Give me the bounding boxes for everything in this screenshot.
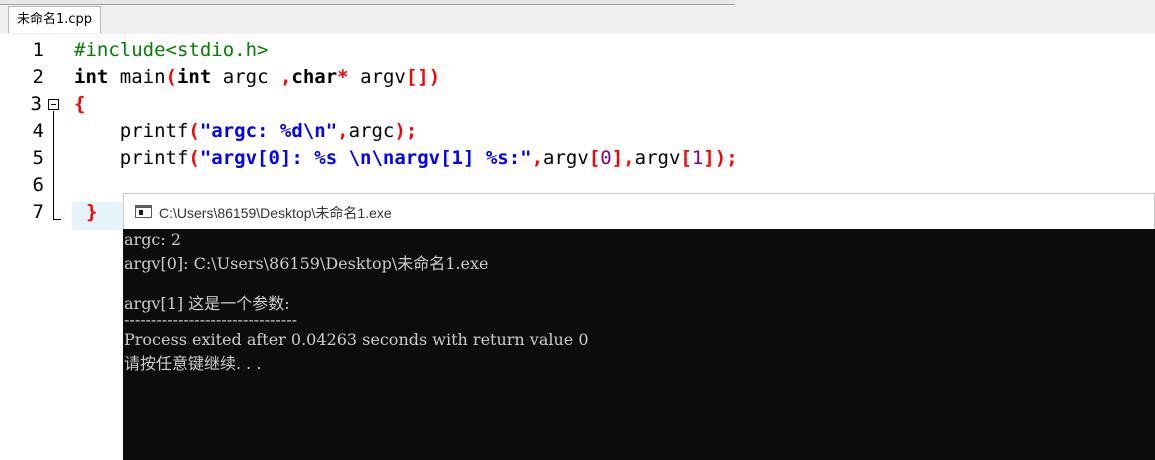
- identifier: argv: [634, 147, 681, 169]
- code-line-3: {: [74, 93, 85, 115]
- line-number: 6: [32, 174, 44, 196]
- console-window[interactable]: C:\Users\86159\Desktop\未命名1.exe argc: 2 …: [123, 193, 1155, 460]
- line-number: 2: [32, 66, 44, 88]
- preprocessor-directive: #include<stdio.h>: [74, 39, 269, 61]
- console-title: C:\Users\86159\Desktop\未命名1.exe: [159, 205, 392, 221]
- code-line-5: printf("argv[0]: %s \n\nargv[1] %s:",arg…: [74, 147, 738, 169]
- keyword: int: [176, 66, 212, 88]
- symbol: ;: [405, 120, 418, 142]
- symbol: ,: [531, 147, 544, 169]
- symbol: (: [165, 66, 177, 88]
- symbol: [: [588, 147, 601, 169]
- symbol: ;: [726, 147, 738, 169]
- identifier: main: [108, 66, 166, 88]
- number-literal: 0: [600, 147, 612, 169]
- identifier: argv: [543, 147, 589, 169]
- symbol: ): [394, 120, 406, 142]
- fold-toggle-icon[interactable]: [48, 99, 59, 110]
- string-literal: "argv[0]: %s \n\nargv[1] %s:": [199, 147, 532, 169]
- identifier: printf: [119, 147, 189, 169]
- symbol: ]: [703, 147, 715, 169]
- code-line-7: }: [86, 201, 97, 223]
- line-number: 4: [32, 120, 44, 142]
- menu-strip: [0, 0, 735, 5]
- current-line-highlight: [72, 202, 124, 230]
- symbol: (: [188, 120, 200, 142]
- identifier: printf: [119, 120, 189, 142]
- identifier: argc: [211, 66, 280, 88]
- symbol: }: [86, 201, 98, 223]
- tab-bar: 未命名1.cpp: [0, 0, 1155, 34]
- code-line-1: #include<stdio.h>: [74, 39, 268, 61]
- console-line: argv[0]: C:\Users\86159\Desktop\未命名1.exe: [124, 254, 489, 273]
- line-number-gutter: 1 2 3 4 5 6 7: [0, 34, 72, 460]
- code-line-4: printf("argc: %d\n",argc);: [74, 120, 418, 142]
- symbol: ,: [279, 66, 292, 88]
- console-line: 请按任意键继续. . .: [124, 354, 262, 373]
- symbol: [: [680, 147, 692, 169]
- line-number: 3: [30, 93, 42, 115]
- fold-guide: [53, 111, 54, 219]
- symbol: *: [337, 66, 349, 88]
- line-number: 5: [32, 147, 44, 169]
- symbol: ]: [611, 147, 624, 169]
- number-literal: 1: [691, 147, 704, 169]
- symbol: (: [188, 147, 200, 169]
- console-title-bar[interactable]: C:\Users\86159\Desktop\未命名1.exe: [123, 193, 1155, 229]
- symbol: ): [428, 66, 441, 88]
- line-number: 1: [32, 39, 44, 61]
- symbol: ): [714, 147, 727, 169]
- keyword: int: [74, 66, 109, 88]
- code-line-2: int main(int argc ,char* argv[]): [74, 66, 440, 88]
- string-literal: "argc: %d\n": [199, 120, 338, 142]
- symbol: ,: [337, 120, 349, 142]
- line-number: 7: [32, 201, 44, 223]
- console-line: --------------------------------: [124, 310, 297, 329]
- symbol: []: [405, 66, 429, 88]
- tab-file[interactable]: 未命名1.cpp: [8, 6, 102, 33]
- console-line: argc: 2: [124, 230, 182, 249]
- console-output[interactable]: argc: 2 argv[0]: C:\Users\86159\Desktop\…: [123, 229, 1155, 460]
- fold-guide-end: [53, 219, 61, 220]
- keyword: char: [291, 66, 338, 88]
- symbol: {: [74, 93, 86, 115]
- symbol: ,: [623, 147, 635, 169]
- console-line: Process exited after 0.04263 seconds wit…: [124, 330, 589, 349]
- console-app-icon: [135, 205, 152, 218]
- identifier: argc: [348, 120, 395, 142]
- identifier: argv: [348, 66, 406, 88]
